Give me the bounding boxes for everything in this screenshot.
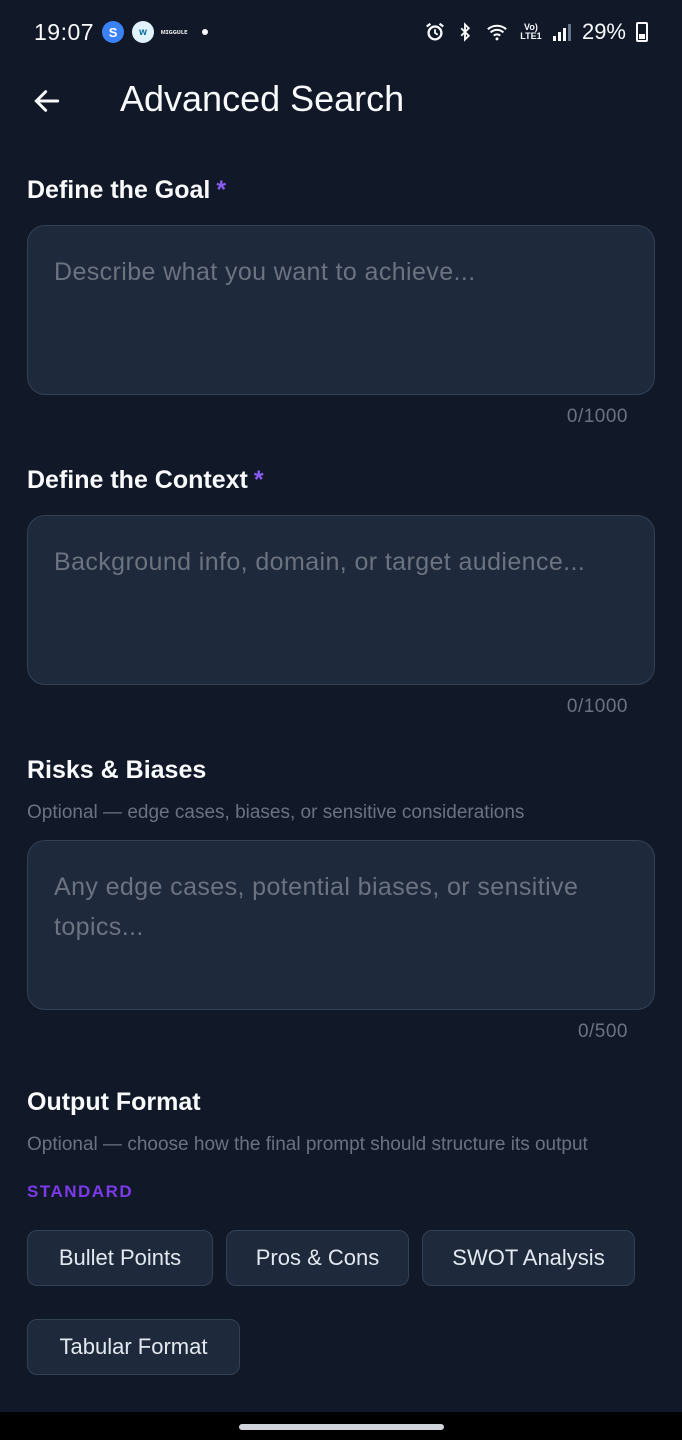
more-notifications-dot: [202, 29, 209, 35]
risks-label: Risks & Biases: [27, 756, 207, 784]
page-title: Advanced Search: [120, 78, 405, 119]
notification-app-icon: w: [132, 21, 155, 43]
battery-level-fill: [639, 34, 645, 39]
miggle-notification-icon: ᴍɪɢɢᴜʟᴇ: [160, 28, 188, 36]
clock: 19:07: [34, 18, 95, 45]
context-label-text: Define the Context: [27, 466, 248, 494]
format-chip-swot-analysis[interactable]: SWOT Analysis: [422, 1230, 635, 1286]
alarm-icon: [426, 22, 444, 41]
risks-input[interactable]: [28, 841, 654, 1009]
skype-notification-icon: S: [102, 21, 125, 43]
status-bar: 19:07 S w ᴍɪɢɢᴜʟᴇ Vo) LTE1 29%: [0, 0, 682, 64]
format-chip-tabular-format[interactable]: Tabular Format: [27, 1319, 240, 1375]
goal-char-counter: 0/1000: [566, 406, 628, 427]
context-required-marker: *: [253, 466, 264, 494]
standard-group-label: STANDARD: [27, 1182, 134, 1201]
goal-label: Define the Goal *: [27, 176, 226, 205]
back-button[interactable]: [26, 80, 68, 122]
risks-helper-text: Optional — edge cases, biases, or sensit…: [27, 802, 525, 823]
output-format-helper-text: Optional — choose how the final prompt s…: [27, 1134, 588, 1155]
format-chip-bullet-points[interactable]: Bullet Points: [27, 1230, 213, 1286]
status-bar-left: 19:07 S w ᴍɪɢɢᴜʟᴇ: [34, 18, 209, 46]
battery-percent: 29%: [581, 19, 626, 44]
goal-field[interactable]: [27, 225, 655, 395]
volte-icon: Vo) LTE1: [520, 22, 542, 41]
context-field[interactable]: [27, 515, 655, 685]
goal-input[interactable]: [28, 226, 654, 394]
app-bar: Advanced Search: [0, 64, 682, 136]
output-format-label: Output Format: [27, 1088, 201, 1116]
format-chip-pros-cons[interactable]: Pros & Cons: [226, 1230, 409, 1286]
goal-required-marker: *: [216, 176, 227, 204]
signal-icon: [552, 24, 571, 41]
context-label: Define the Context *: [27, 466, 264, 495]
risks-char-counter: 0/500: [577, 1021, 628, 1042]
context-char-counter: 0/1000: [566, 696, 628, 717]
context-input[interactable]: [28, 516, 654, 684]
battery-icon: [636, 22, 648, 42]
arrow-left-icon: [34, 90, 60, 112]
goal-label-text: Define the Goal: [27, 176, 211, 204]
home-handle[interactable]: [239, 1424, 444, 1430]
risks-field[interactable]: [27, 840, 655, 1010]
wifi-icon: [487, 24, 507, 41]
bluetooth-icon: [460, 22, 471, 42]
status-bar-right: Vo) LTE1 29%: [424, 19, 648, 45]
